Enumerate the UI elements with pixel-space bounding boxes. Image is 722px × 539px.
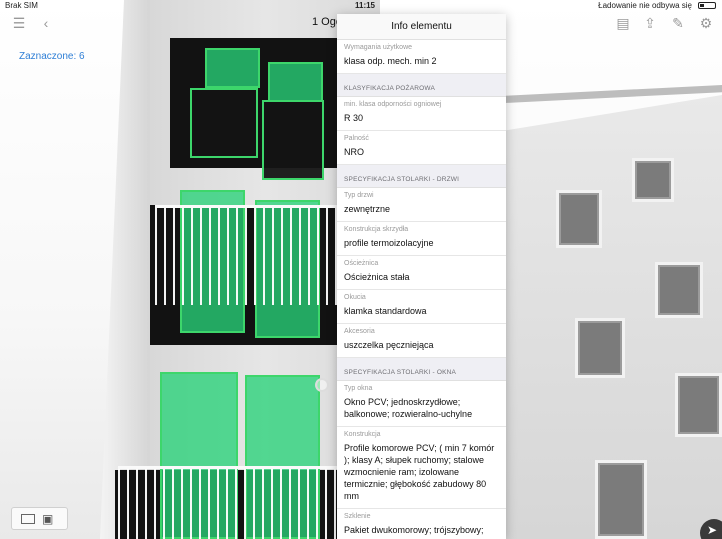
side-window xyxy=(655,262,703,318)
charging-status: Ładowanie nie odbywa się xyxy=(598,1,692,10)
property-row: Konstrukcja skrzydła profile termoizolac… xyxy=(337,222,506,256)
battery-icon xyxy=(698,2,716,9)
balcony-railing-bottom xyxy=(118,466,338,539)
property-value: NRO xyxy=(344,147,364,157)
property-row: Konstrukcja Profile komorowe PCV; ( min … xyxy=(337,427,506,509)
property-value: zewnętrzne xyxy=(344,204,391,214)
property-value: uszczelka pęczniejąca xyxy=(344,340,434,350)
selected-window-1[interactable] xyxy=(205,48,260,88)
balcony-railing-middle xyxy=(155,205,338,305)
property-row: Szklenie Pakiet dwukomorowy; trójszybowy… xyxy=(337,509,506,539)
property-label: Konstrukcja xyxy=(344,431,381,438)
selected-door-2[interactable] xyxy=(262,100,324,180)
property-row: min. klasa odporności ogniowej R 30 xyxy=(337,97,506,131)
back-chevron-icon[interactable]: ‹ xyxy=(37,15,55,31)
property-row: Ościeżnica Ościeżnica stała xyxy=(337,256,506,290)
selected-door-1[interactable] xyxy=(190,88,258,158)
property-label: Palność xyxy=(344,135,369,142)
side-window xyxy=(675,373,722,437)
clock: 11:15 xyxy=(354,1,376,10)
walk-mode-icon[interactable]: ➤ xyxy=(700,519,722,539)
property-row: Okucia klamka standardowa xyxy=(337,290,506,324)
share-icon[interactable]: ⇪ xyxy=(641,15,659,31)
property-label: Okucia xyxy=(344,294,366,301)
status-bar: Brak SIM 11:15 Ładowanie nie odbywa się xyxy=(0,0,722,12)
pivot-target-icon[interactable] xyxy=(315,378,329,392)
panel-title: Info elementu xyxy=(337,14,506,40)
property-row: Akcesoria uszczelka pęczniejąca xyxy=(337,324,506,358)
property-label: min. klasa odporności ogniowej xyxy=(344,101,442,108)
property-label: Akcesoria xyxy=(344,328,375,335)
section-header-windows: SPECYFIKACJA STOLARKI - OKNA xyxy=(337,358,506,381)
selection-count: Zaznaczone: 6 xyxy=(19,51,85,62)
settings-icon[interactable]: ⚙ xyxy=(697,15,715,31)
section-view-icon[interactable] xyxy=(21,514,35,524)
property-label: Typ drzwi xyxy=(344,192,374,199)
list-icon[interactable]: ☰ xyxy=(10,15,28,31)
selected-window-2[interactable] xyxy=(268,62,323,102)
property-label: Wymagania użytkowe xyxy=(344,44,413,51)
ruler-icon[interactable]: ✎ xyxy=(669,15,687,31)
property-value: Pakiet dwukomorowy; trójszybowy; xyxy=(344,525,484,535)
book-icon[interactable]: ▤ xyxy=(614,15,632,31)
property-value: klamka standardowa xyxy=(344,306,427,316)
property-label: Ościeżnica xyxy=(344,260,379,267)
view-mode-toolbar: ▣ xyxy=(11,507,68,530)
property-row: Typ okna Okno PCV; jednoskrzydłowe; balk… xyxy=(337,381,506,427)
section-header-doors: SPECYFIKACJA STOLARKI - DRZWI xyxy=(337,165,506,188)
property-value: klasa odp. mech. min 2 xyxy=(344,56,437,66)
section-header-fire: KLASYFIKACJA POŻAROWA xyxy=(337,74,506,97)
building-roofline xyxy=(505,85,722,103)
property-label: Konstrukcja skrzydła xyxy=(344,226,409,233)
property-label: Szklenie xyxy=(344,513,371,520)
property-label: Typ okna xyxy=(344,385,373,392)
layers-icon[interactable]: ▣ xyxy=(42,512,62,526)
info-panel: Info elementu Wymagania użytkowe klasa o… xyxy=(337,14,506,539)
property-value: Ościeżnica stała xyxy=(344,272,410,282)
property-value: Okno PCV; jednoskrzydłowe; balkonowe; ro… xyxy=(344,397,473,419)
property-value: profile termoizolacyjne xyxy=(344,238,434,248)
property-value: Profile komorowe PCV; ( min 7 komór ); k… xyxy=(344,443,495,501)
side-window xyxy=(575,318,625,378)
side-window xyxy=(595,460,647,539)
property-row: Wymagania użytkowe klasa odp. mech. min … xyxy=(337,40,506,74)
carrier-label: Brak SIM xyxy=(5,1,38,10)
property-row: Typ drzwi zewnętrzne xyxy=(337,188,506,222)
side-window xyxy=(556,190,602,248)
property-value: R 30 xyxy=(344,113,364,123)
property-row: Palność NRO xyxy=(337,131,506,165)
side-window xyxy=(632,158,674,202)
